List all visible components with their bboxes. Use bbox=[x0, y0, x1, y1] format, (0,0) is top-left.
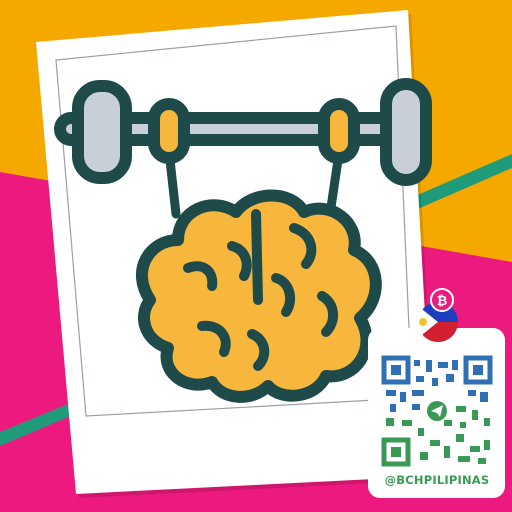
qr-code[interactable] bbox=[381, 355, 493, 467]
artwork: ₿ bbox=[0, 0, 512, 512]
bitcoin-cash-badge-icon: ₿ bbox=[430, 288, 454, 312]
poster: ₿ @BCHPILIPINAS bbox=[0, 0, 512, 512]
qr-handle-text[interactable]: @BCHPILIPINAS bbox=[369, 473, 505, 487]
svg-text:₿: ₿ bbox=[437, 294, 448, 309]
